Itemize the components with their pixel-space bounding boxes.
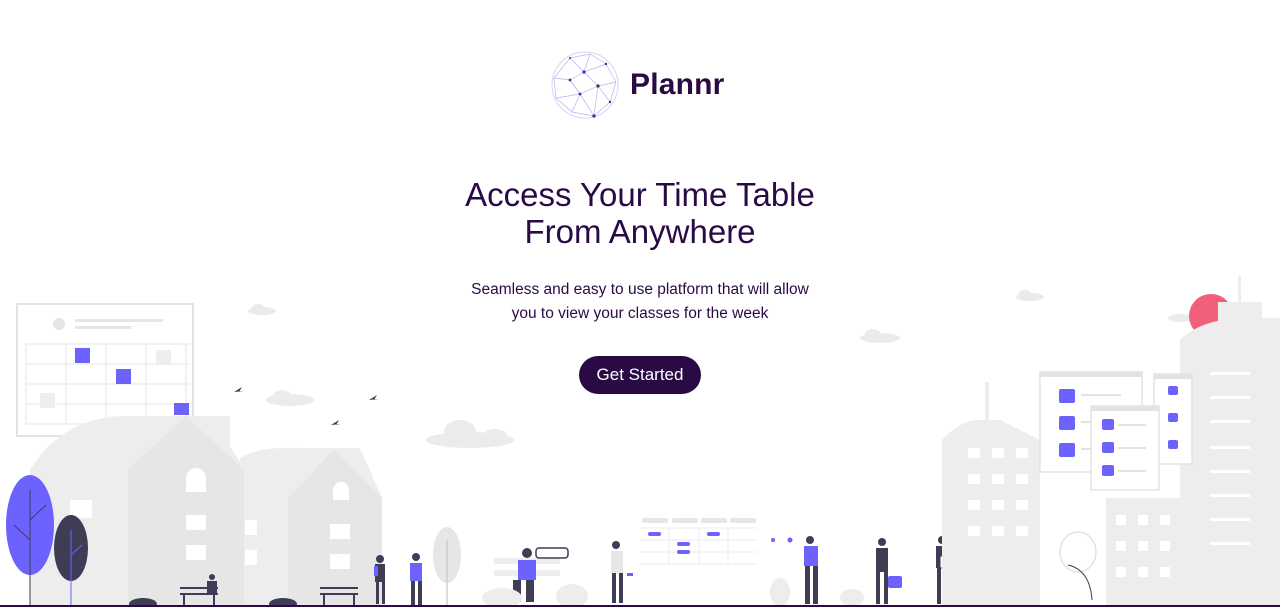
hero-title-line-2: From Anywhere <box>524 213 756 250</box>
people <box>207 536 984 605</box>
left-building-windows <box>70 468 350 569</box>
hero-subtitle: Seamless and easy to use platform that w… <box>0 278 1280 326</box>
center-tree <box>433 527 461 607</box>
floating-app-windows <box>1039 371 1193 491</box>
hero-title: Access Your Time Table From Anywhere <box>0 176 1280 250</box>
hero-subtitle-line-1: Seamless and easy to use platform that w… <box>471 281 809 298</box>
hero-title-line-1: Access Your Time Table <box>465 176 815 213</box>
birds <box>234 387 379 425</box>
brand-name: Plannr <box>630 68 725 101</box>
schedule-card <box>640 518 756 565</box>
get-started-button[interactable]: Get Started <box>579 356 701 394</box>
wireframe-globe-icon <box>551 51 619 119</box>
right-building-windows <box>968 372 1250 577</box>
left-buildings <box>30 416 382 607</box>
right-tree <box>1059 531 1097 601</box>
ground-plants <box>482 566 1276 607</box>
benches <box>180 587 358 606</box>
hero-subtitle-line-2: you to view your classes for the week <box>511 305 769 322</box>
brand-logo[interactable]: Plannr <box>550 50 725 120</box>
left-trees <box>6 475 88 607</box>
